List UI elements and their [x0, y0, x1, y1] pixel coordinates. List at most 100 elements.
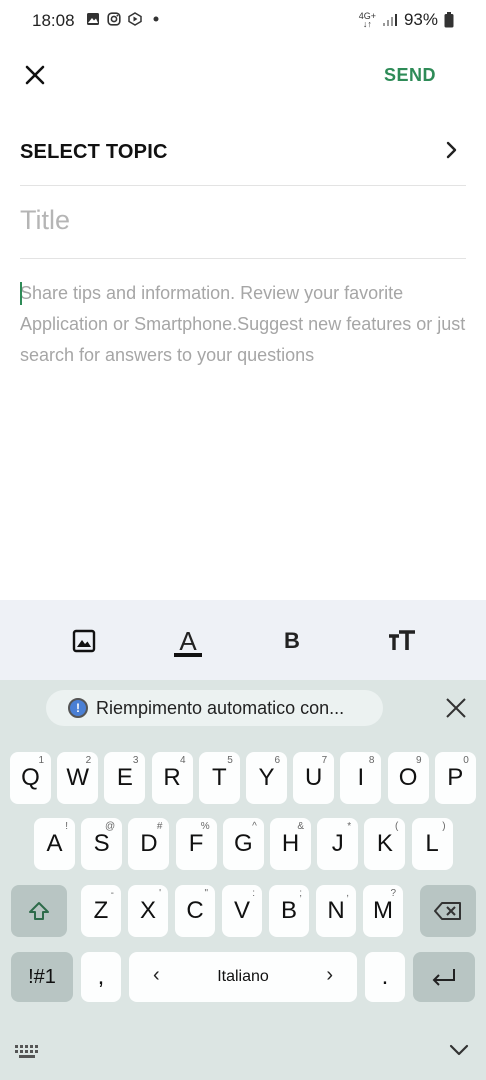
key-label: L [425, 830, 439, 857]
key-label: X [139, 897, 156, 924]
key-o[interactable]: 9O [387, 752, 429, 804]
key-a[interactable]: ! A [34, 818, 75, 870]
enter-icon [432, 969, 455, 986]
close-icon[interactable] [22, 62, 48, 88]
key-hint: & [297, 821, 304, 832]
key-label: S [93, 830, 110, 857]
text-size-button[interactable] [382, 622, 422, 660]
key-x[interactable]: ' X [128, 885, 168, 937]
key-hint: * [347, 821, 352, 832]
select-topic-row[interactable]: SELECT TOPIC [20, 120, 466, 186]
key-y[interactable]: 6Y [246, 752, 287, 804]
autofill-suggestion-text: Riempimento automatico con... [96, 697, 345, 718]
key-label: F [188, 830, 204, 857]
send-button[interactable]: SEND [384, 65, 436, 86]
soft-keyboard: ! Riempimento automatico con... 1Q2W3E4R… [0, 680, 486, 1080]
text-size-icon [389, 630, 415, 650]
bold-button[interactable]: B [272, 622, 312, 660]
key-p[interactable]: 0P [434, 752, 476, 804]
key-hint: ? [390, 888, 396, 899]
key-label: A [46, 830, 63, 857]
key-f[interactable]: % F [175, 818, 217, 870]
space-key[interactable]: ‹ Italiano › [129, 952, 357, 1002]
more-notifications-dot-icon [153, 16, 159, 22]
text-color-underline [174, 653, 202, 657]
key-z[interactable]: -Z [81, 885, 121, 937]
cursor-right-icon[interactable]: › [326, 964, 333, 987]
key-hint: 6 [274, 755, 280, 766]
text-cursor [20, 282, 22, 305]
key-v[interactable]: :V [222, 885, 262, 937]
key-hint: 2 [85, 755, 92, 766]
battery-icon [444, 12, 454, 28]
enter-key[interactable] [413, 952, 475, 1002]
bold-icon: B [284, 628, 300, 653]
key-i[interactable]: 8I [340, 752, 382, 804]
network-type: 4G+ ↓↑ [358, 11, 376, 29]
insert-image-button[interactable] [64, 622, 104, 660]
key-label: G [233, 830, 253, 857]
key-label: E [116, 764, 133, 791]
key-hint: ; [299, 888, 302, 899]
key-hint: % [200, 821, 210, 832]
status-time: 18:08 [32, 11, 75, 30]
key-label: J [331, 830, 344, 857]
key-hint: : [252, 888, 255, 899]
signal-icon [382, 14, 397, 26]
key-t[interactable]: 5T [198, 752, 240, 804]
key-b[interactable]: ; B [269, 885, 309, 937]
key-hint: 8 [368, 755, 375, 766]
key-hint: # [156, 821, 163, 832]
key-s[interactable]: @ S [81, 818, 123, 870]
key-l[interactable]: ) L [411, 818, 453, 870]
backspace-icon [434, 902, 461, 920]
battery-percent: 93% [403, 10, 438, 29]
key-g[interactable]: ^ G [222, 818, 264, 870]
comma-key[interactable]: , [81, 952, 121, 1002]
format-toolbar: A B [0, 600, 486, 680]
key-r[interactable]: 4R [151, 752, 193, 804]
backspace-key[interactable] [420, 885, 476, 937]
play-notification-icon [128, 12, 142, 26]
status-right: 4G+ ↓↑ 93% [359, 10, 454, 30]
key-hint: 1 [38, 755, 44, 766]
key-q[interactable]: 1Q [10, 752, 51, 804]
key-hint: ^ [252, 821, 257, 832]
close-suggestion-icon[interactable] [444, 696, 468, 720]
autofill-suggestion-chip[interactable]: ! Riempimento automatico con... [46, 690, 383, 726]
key-label: M [373, 897, 393, 924]
post-body-input[interactable] [20, 278, 470, 578]
text-color-button[interactable]: A [168, 622, 208, 660]
key-c[interactable]: " C [175, 885, 215, 937]
key-label: V [233, 897, 250, 924]
key-m[interactable]: ? M [363, 885, 403, 937]
select-topic-label: SELECT TOPIC [20, 141, 168, 163]
key-hint: 9 [416, 755, 422, 766]
key-hint: " [204, 888, 208, 899]
key-k[interactable]: (K [364, 818, 406, 870]
cursor-left-icon[interactable]: ‹ [153, 964, 160, 987]
key-label: N [327, 897, 345, 924]
key-label: Q [21, 764, 40, 791]
key-h[interactable]: & H [270, 818, 311, 870]
keyboard-switch-icon[interactable] [14, 1043, 40, 1061]
key-label: O [398, 764, 418, 791]
key-u[interactable]: 7U [293, 752, 335, 804]
symbols-key[interactable]: !#1 [11, 952, 73, 1002]
key-n[interactable]: ,N [316, 885, 356, 937]
key-e[interactable]: 3E [104, 752, 146, 804]
instagram-notification-icon [107, 12, 121, 26]
shift-key[interactable] [11, 885, 67, 937]
chevron-right-icon [446, 141, 457, 159]
period-key[interactable]: . [365, 952, 405, 1002]
key-label: K [376, 830, 393, 857]
key-w[interactable]: 2W [57, 752, 99, 804]
image-icon [72, 629, 96, 653]
key-hint: 7 [321, 755, 328, 766]
notification-icons [86, 12, 163, 26]
title-input[interactable] [20, 205, 466, 236]
key-d[interactable]: # D [128, 818, 170, 870]
hide-keyboard-chevron-down-icon[interactable] [448, 1041, 470, 1059]
key-j[interactable]: * J [317, 818, 359, 870]
key-label: C [186, 897, 204, 924]
